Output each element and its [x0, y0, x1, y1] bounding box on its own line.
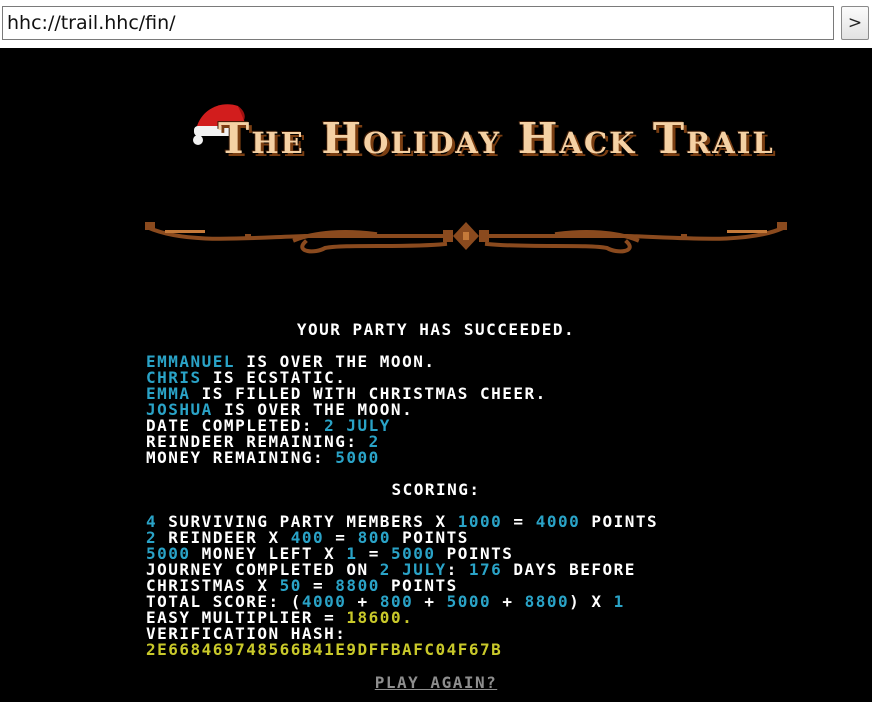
browser-toolbar: hhc://trail.hhc/fin/ >: [0, 0, 872, 48]
result-heading: Your party has succeeded.: [296, 320, 576, 339]
play-again-link[interactable]: Play again?: [375, 673, 497, 692]
game-screen: The Holiday Hack Trail Your party has su…: [0, 48, 872, 702]
go-button[interactable]: >: [841, 6, 869, 40]
scoring-heading: Scoring:: [391, 480, 481, 499]
money-remaining: Money remaining: 5000: [146, 448, 380, 467]
url-input[interactable]: hhc://trail.hhc/fin/: [2, 6, 834, 40]
game-logo: The Holiday Hack Trail: [190, 96, 773, 176]
game-title: The Holiday Hack Trail: [218, 114, 775, 163]
play-again-row: Play again?: [0, 675, 872, 691]
ornamental-divider: [145, 222, 787, 254]
verification-hash: 2E668469748566B41E9DFFBAFC04F67B: [146, 640, 503, 659]
